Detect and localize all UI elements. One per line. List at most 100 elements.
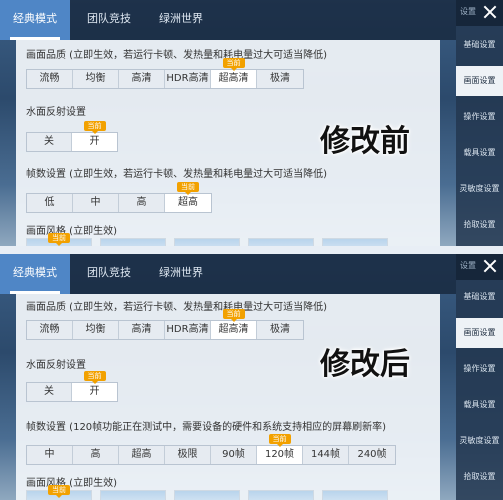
tab-oasis-world[interactable]: 绿洲世界: [146, 0, 216, 40]
fps-label: 帧数设置 (120帧功能正在测试中，需要设备的硬件和系统支持相应的屏幕刷新率): [26, 422, 387, 433]
quality-option-ultra-hd[interactable]: 超高清 当前: [211, 309, 257, 339]
fps-label: 帧数设置 (立即生效，若运行卡顿、发热量和耗电量过大可适当降低): [26, 169, 327, 180]
style-thumbnail[interactable]: [248, 490, 314, 500]
style-thumbnail[interactable]: [174, 490, 240, 500]
fps-option-high[interactable]: 高: [119, 194, 165, 212]
sidebar-item-vehicle[interactable]: 载具设置: [456, 138, 503, 168]
water-option-off[interactable]: 关: [27, 383, 72, 401]
fps-option-120-label: 120帧: [264, 449, 295, 460]
sidebar-item-graphics[interactable]: 画面设置: [456, 66, 503, 96]
tab-classic-mode[interactable]: 经典模式: [0, 0, 70, 40]
water-reflection-toggle: 关 开 当前: [26, 121, 118, 152]
after-caption: 修改后: [320, 347, 410, 382]
sidebar-item-vehicle[interactable]: 载具设置: [456, 390, 503, 420]
settings-panel-after: 经典模式 团队竞技 绿洲世界 画面品质 (立即生效，若运行卡顿、发热量和耗电量过…: [0, 254, 503, 500]
fps-option-low[interactable]: 低: [27, 194, 73, 212]
fps-selector: 中 高 超高 极限 90帧 120帧 当前 144帧 240帧: [26, 434, 396, 465]
sidebar-item-basic[interactable]: 基础设置: [456, 30, 503, 60]
tab-oasis-world[interactable]: 绿洲世界: [146, 254, 216, 294]
quality-option-smooth[interactable]: 流畅: [27, 321, 73, 339]
style-thumbnail[interactable]: [322, 238, 388, 246]
current-badge: 当前: [222, 309, 245, 322]
settings-sidebar: 设置 基础设置 画面设置 操作设置 载具设置 灵敏度设置 拾取设置: [456, 254, 503, 500]
style-label: 画面风格 (立即生效): [26, 226, 117, 237]
quality-label: 画面品质 (立即生效，若运行卡顿、发热量和耗电量过大可适当降低): [26, 302, 327, 313]
water-option-off[interactable]: 关: [27, 133, 72, 151]
quality-selector: 流畅 均衡 高清 HDR高清 超高清 当前 极清: [26, 58, 304, 89]
quality-selector: 流畅 均衡 高清 HDR高清 超高清 当前 极清: [26, 309, 304, 340]
quality-option-hdr[interactable]: HDR高清: [165, 321, 211, 339]
style-thumbnail[interactable]: 当前: [26, 485, 92, 500]
water-option-on[interactable]: 开当前: [72, 121, 117, 151]
quality-option-balanced[interactable]: 均衡: [73, 321, 119, 339]
settings-panel-before: 经典模式 团队竞技 绿洲世界 画面品质 (立即生效，若运行卡顿、发热量和耗电量过…: [0, 0, 503, 246]
style-thumbnails: 当前: [26, 233, 388, 246]
fps-option-240[interactable]: 240帧: [349, 446, 395, 464]
water-option-on-label: 开: [89, 136, 100, 147]
current-badge: 当前: [83, 371, 106, 384]
tab-team-arena[interactable]: 团队竞技: [74, 0, 144, 40]
sidebar-header: 设置: [456, 0, 503, 26]
style-label: 画面风格 (立即生效): [26, 478, 117, 489]
fps-option-extreme[interactable]: 极限: [165, 446, 211, 464]
water-option-on[interactable]: 开当前: [72, 371, 117, 401]
sidebar-title: 设置: [460, 261, 476, 270]
sidebar-header: 设置: [456, 254, 503, 280]
fps-option-ultra[interactable]: 超高 当前: [165, 182, 211, 212]
sidebar-item-controls[interactable]: 操作设置: [456, 354, 503, 384]
current-badge: 当前: [48, 233, 70, 246]
fps-option-120[interactable]: 120帧 当前: [257, 434, 303, 464]
sidebar-item-pickup[interactable]: 拾取设置: [456, 462, 503, 492]
style-thumbnail[interactable]: [174, 238, 240, 246]
graphics-settings-content: 画面品质 (立即生效，若运行卡顿、发热量和耗电量过大可适当降低) 流畅 均衡 高…: [16, 294, 440, 500]
close-icon[interactable]: [481, 2, 499, 22]
quality-option-hd[interactable]: 高清: [119, 321, 165, 339]
style-thumbnail[interactable]: [100, 490, 166, 500]
sidebar-item-controls[interactable]: 操作设置: [456, 102, 503, 132]
sidebar-title: 设置: [460, 7, 476, 16]
fps-option-high[interactable]: 高: [73, 446, 119, 464]
fps-option-ultra-label: 超高: [178, 197, 198, 208]
quality-option-extreme[interactable]: 极清: [257, 70, 303, 88]
water-reflection-label: 水面反射设置: [26, 360, 86, 371]
quality-option-hdr[interactable]: HDR高清: [165, 70, 211, 88]
tab-classic-mode[interactable]: 经典模式: [0, 254, 70, 294]
quality-option-ultra-hd[interactable]: 超高清 当前: [211, 58, 257, 88]
tab-team-arena[interactable]: 团队竞技: [74, 254, 144, 294]
fps-selector: 低 中 高 超高 当前: [26, 182, 212, 213]
style-thumbnail[interactable]: [322, 490, 388, 500]
sidebar-item-graphics[interactable]: 画面设置: [456, 318, 503, 348]
fps-option-medium[interactable]: 中: [27, 446, 73, 464]
current-badge: 当前: [222, 58, 245, 71]
quality-option-hd[interactable]: 高清: [119, 70, 165, 88]
quality-option-smooth[interactable]: 流畅: [27, 70, 73, 88]
quality-option-ultra-hd-label: 超高清: [218, 324, 249, 335]
settings-sidebar: 设置 基础设置 画面设置 操作设置 载具设置 灵敏度设置 拾取设置: [456, 0, 503, 246]
current-badge: 当前: [48, 485, 70, 498]
sidebar-item-pickup[interactable]: 拾取设置: [456, 210, 503, 240]
water-option-on-label: 开: [89, 386, 100, 397]
style-thumbnail[interactable]: 当前: [26, 233, 92, 246]
sidebar-item-sensitivity[interactable]: 灵敏度设置: [456, 174, 503, 204]
water-reflection-label: 水面反射设置: [26, 107, 86, 118]
fps-option-90[interactable]: 90帧: [211, 446, 257, 464]
before-caption: 修改前: [320, 124, 410, 159]
quality-option-extreme[interactable]: 极清: [257, 321, 303, 339]
fps-option-144[interactable]: 144帧: [303, 446, 349, 464]
current-badge: 当前: [83, 121, 106, 134]
sidebar-item-sensitivity[interactable]: 灵敏度设置: [456, 426, 503, 456]
current-badge: 当前: [177, 182, 199, 195]
mode-tab-bar: 经典模式 团队竞技 绿洲世界: [0, 0, 456, 40]
style-thumbnail[interactable]: [248, 238, 314, 246]
quality-option-ultra-hd-label: 超高清: [218, 73, 249, 84]
mode-tab-bar: 经典模式 团队竞技 绿洲世界: [0, 254, 456, 294]
fps-option-ultra[interactable]: 超高: [119, 446, 165, 464]
current-badge: 当前: [268, 434, 291, 447]
quality-label: 画面品质 (立即生效，若运行卡顿、发热量和耗电量过大可适当降低): [26, 50, 327, 61]
quality-option-balanced[interactable]: 均衡: [73, 70, 119, 88]
water-reflection-toggle: 关 开 当前: [26, 371, 118, 402]
close-icon[interactable]: [481, 256, 499, 276]
style-thumbnail[interactable]: [100, 238, 166, 246]
fps-option-medium[interactable]: 中: [73, 194, 119, 212]
sidebar-item-basic[interactable]: 基础设置: [456, 282, 503, 312]
